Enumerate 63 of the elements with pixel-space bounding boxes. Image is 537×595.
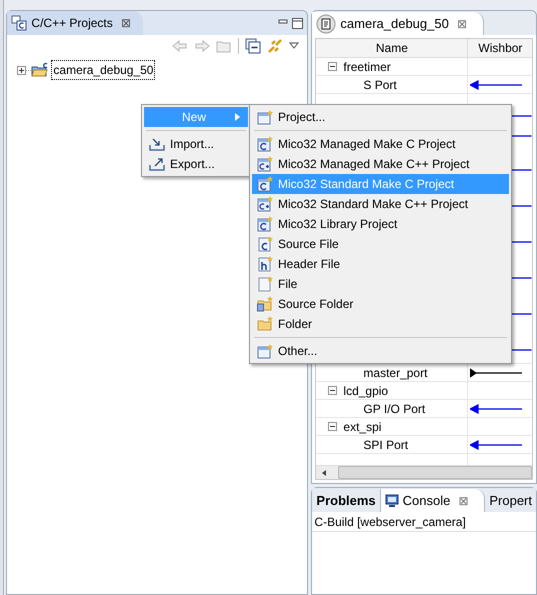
collapse-toggle-icon[interactable]: [328, 62, 338, 71]
horizontal-scrollbar[interactable]: [316, 465, 532, 479]
folder-icon: [257, 316, 273, 332]
maximize-icon[interactable]: [292, 18, 304, 28]
close-button[interactable]: ⊠: [120, 14, 131, 32]
panel-tab[interactable]: Console ⊠: [380, 489, 486, 512]
console-title: C-Build [webserver_camera]: [312, 512, 536, 532]
project-folder-icon: [31, 62, 50, 78]
project-icon: [257, 109, 273, 125]
monitor-icon: [384, 494, 399, 508]
export-icon: [149, 156, 165, 172]
header-file-icon: [257, 256, 273, 272]
collapse-toggle-icon[interactable]: [328, 422, 338, 431]
c-project-icon: [257, 216, 273, 232]
menu-item[interactable]: Mico32 Standard Make C++ Project: [252, 194, 509, 214]
component-name: lcd_gpio: [343, 382, 388, 400]
project-name[interactable]: camera_debug_50: [51, 60, 156, 80]
view-menu-icon[interactable]: [289, 42, 300, 50]
menu-item[interactable]: Header File: [252, 254, 509, 274]
connector-arrow: [470, 440, 522, 450]
menu-item[interactable]: Folder: [252, 314, 509, 334]
cpp-project-icon: [257, 156, 273, 172]
menu-item[interactable]: Project...: [252, 107, 509, 127]
menu-item[interactable]: Mico32 Managed Make C++ Project: [252, 154, 509, 174]
port-name: S Port: [362, 76, 397, 94]
port-name: GP I/O Port: [362, 400, 426, 418]
import-icon: [149, 136, 165, 152]
menu-item[interactable]: Other...: [252, 341, 509, 361]
menu-item[interactable]: Mico32 Library Project: [252, 214, 509, 234]
component-name: ext_spi: [343, 418, 382, 436]
collapse-toggle-icon[interactable]: [328, 386, 338, 395]
document-icon: [316, 14, 336, 34]
menu-item[interactable]: File: [252, 274, 509, 294]
projects-view-icon: [11, 15, 28, 31]
menu-item[interactable]: Source Folder: [252, 294, 509, 314]
connector-arrow: [470, 80, 522, 90]
collapse-all-icon[interactable]: [245, 38, 262, 54]
project-icon: [257, 343, 273, 359]
c-project-icon: [257, 176, 273, 192]
connector-arrow: [470, 404, 522, 414]
close-button[interactable]: ⊠: [456, 14, 467, 32]
column-header[interactable]: Wishbor: [468, 39, 532, 57]
component-name: freetimer: [343, 58, 391, 76]
c-project-icon: [257, 136, 273, 152]
editor-tab[interactable]: camera_debug_50 ⊠: [312, 12, 484, 35]
view-tab[interactable]: C/C++ Projects ⊠: [7, 11, 143, 35]
cpp-project-icon: [257, 196, 273, 212]
file-icon: [257, 276, 273, 292]
expand-toggle-icon[interactable]: [17, 66, 32, 74]
submenu-arrow-icon: [235, 113, 240, 121]
panel-tab[interactable]: Propert: [485, 489, 536, 512]
menu-item[interactable]: Mico32 Managed Make C Project: [252, 134, 509, 154]
column-header[interactable]: Name: [316, 39, 468, 57]
source-folder-icon: [257, 296, 273, 312]
connector-arrow: [470, 368, 522, 378]
c-file-icon: [257, 236, 273, 252]
close-button[interactable]: ⊠: [458, 492, 468, 510]
panel-tab[interactable]: Problems: [312, 489, 380, 512]
menu-item[interactable]: Import...: [144, 134, 248, 154]
port-name: SPI Port: [362, 436, 408, 454]
menu-item[interactable]: Export...: [144, 154, 248, 174]
port-name: master_port: [362, 364, 428, 382]
menu-item[interactable]: Source File: [252, 234, 509, 254]
